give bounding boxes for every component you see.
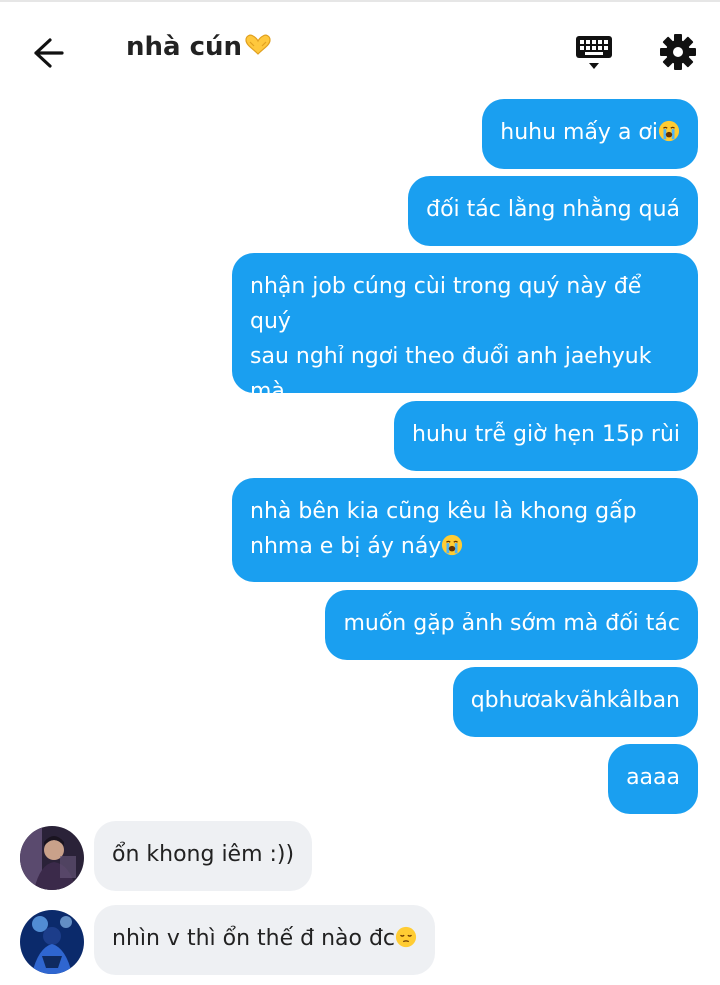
message-bubble-incoming[interactable]: ổn khong iêm :))	[94, 821, 313, 891]
message-bubble-outgoing[interactable]: qbhươakvãhkâlban	[452, 667, 698, 737]
settings-button[interactable]	[658, 32, 698, 72]
arrow-left-icon	[34, 38, 64, 68]
message-text: ổn khong iêm :))	[112, 842, 295, 867]
message-text: huhu mấy a ơi	[500, 120, 658, 145]
message-text: qbhươakvãhkâlban	[470, 688, 680, 713]
message-bubble-outgoing[interactable]: muốn gặp ảnh sớm mà đối tác	[325, 590, 698, 660]
message-bubble-outgoing[interactable]: nhà bên kia cũng kêu là khong gấp nhma e…	[232, 478, 698, 582]
message-text: đối tác lằng nhằng quá	[426, 197, 680, 222]
message-text: aaaa	[626, 765, 680, 790]
message-bubble-outgoing[interactable]: đối tác lằng nhằng quá	[408, 176, 698, 246]
message-text-line: đời k cho phép	[250, 414, 413, 439]
chat-header: nhà cún	[0, 2, 720, 94]
message-text: muốn gặp ảnh sớm mà đối tác	[343, 611, 680, 636]
avatar[interactable]	[20, 910, 84, 974]
pensive-face-emoji	[395, 926, 417, 948]
loudly-crying-emoji	[658, 120, 680, 142]
message-bubble-outgoing[interactable]: nhận job cúng cùi trong quý này để quý s…	[232, 253, 698, 439]
message-bubble-incoming[interactable]: nhìn v thì ổn thế đ nào đc	[94, 905, 436, 975]
message-text-line: nhma e bị áy náy	[250, 534, 442, 559]
loudly-crying-emoji	[442, 534, 463, 556]
message-text: huhu trễ giờ hẹn 15p rùi	[412, 422, 680, 447]
message-text-line: nhận job cúng cùi trong quý này để quý	[250, 274, 642, 334]
chat-title: nhà cún	[126, 32, 274, 62]
message-bubble-outgoing[interactable]: huhu mấy a ơi	[482, 99, 698, 169]
avatar-photo-1	[20, 826, 84, 890]
message-text-line: sau nghỉ ngơi theo đuổi anh jaehyuk mà	[250, 344, 652, 404]
heart-hands-emoji	[245, 34, 271, 55]
message-bubble-outgoing[interactable]: huhu trễ giờ hẹn 15p rùi	[394, 401, 698, 471]
avatar-photo-2	[20, 910, 84, 974]
avatar[interactable]	[20, 826, 84, 890]
message-bubble-outgoing[interactable]: aaaa	[608, 744, 698, 814]
message-text: nhìn v thì ổn thế đ nào đc	[112, 926, 396, 951]
keyboard-button[interactable]	[572, 32, 616, 74]
keyboard-icon	[576, 36, 612, 69]
message-text-line: nhà bên kia cũng kêu là khong gấp	[250, 499, 637, 524]
chat-title-text: nhà cún	[126, 32, 243, 62]
back-button[interactable]	[30, 36, 68, 70]
gear-icon	[660, 34, 696, 70]
